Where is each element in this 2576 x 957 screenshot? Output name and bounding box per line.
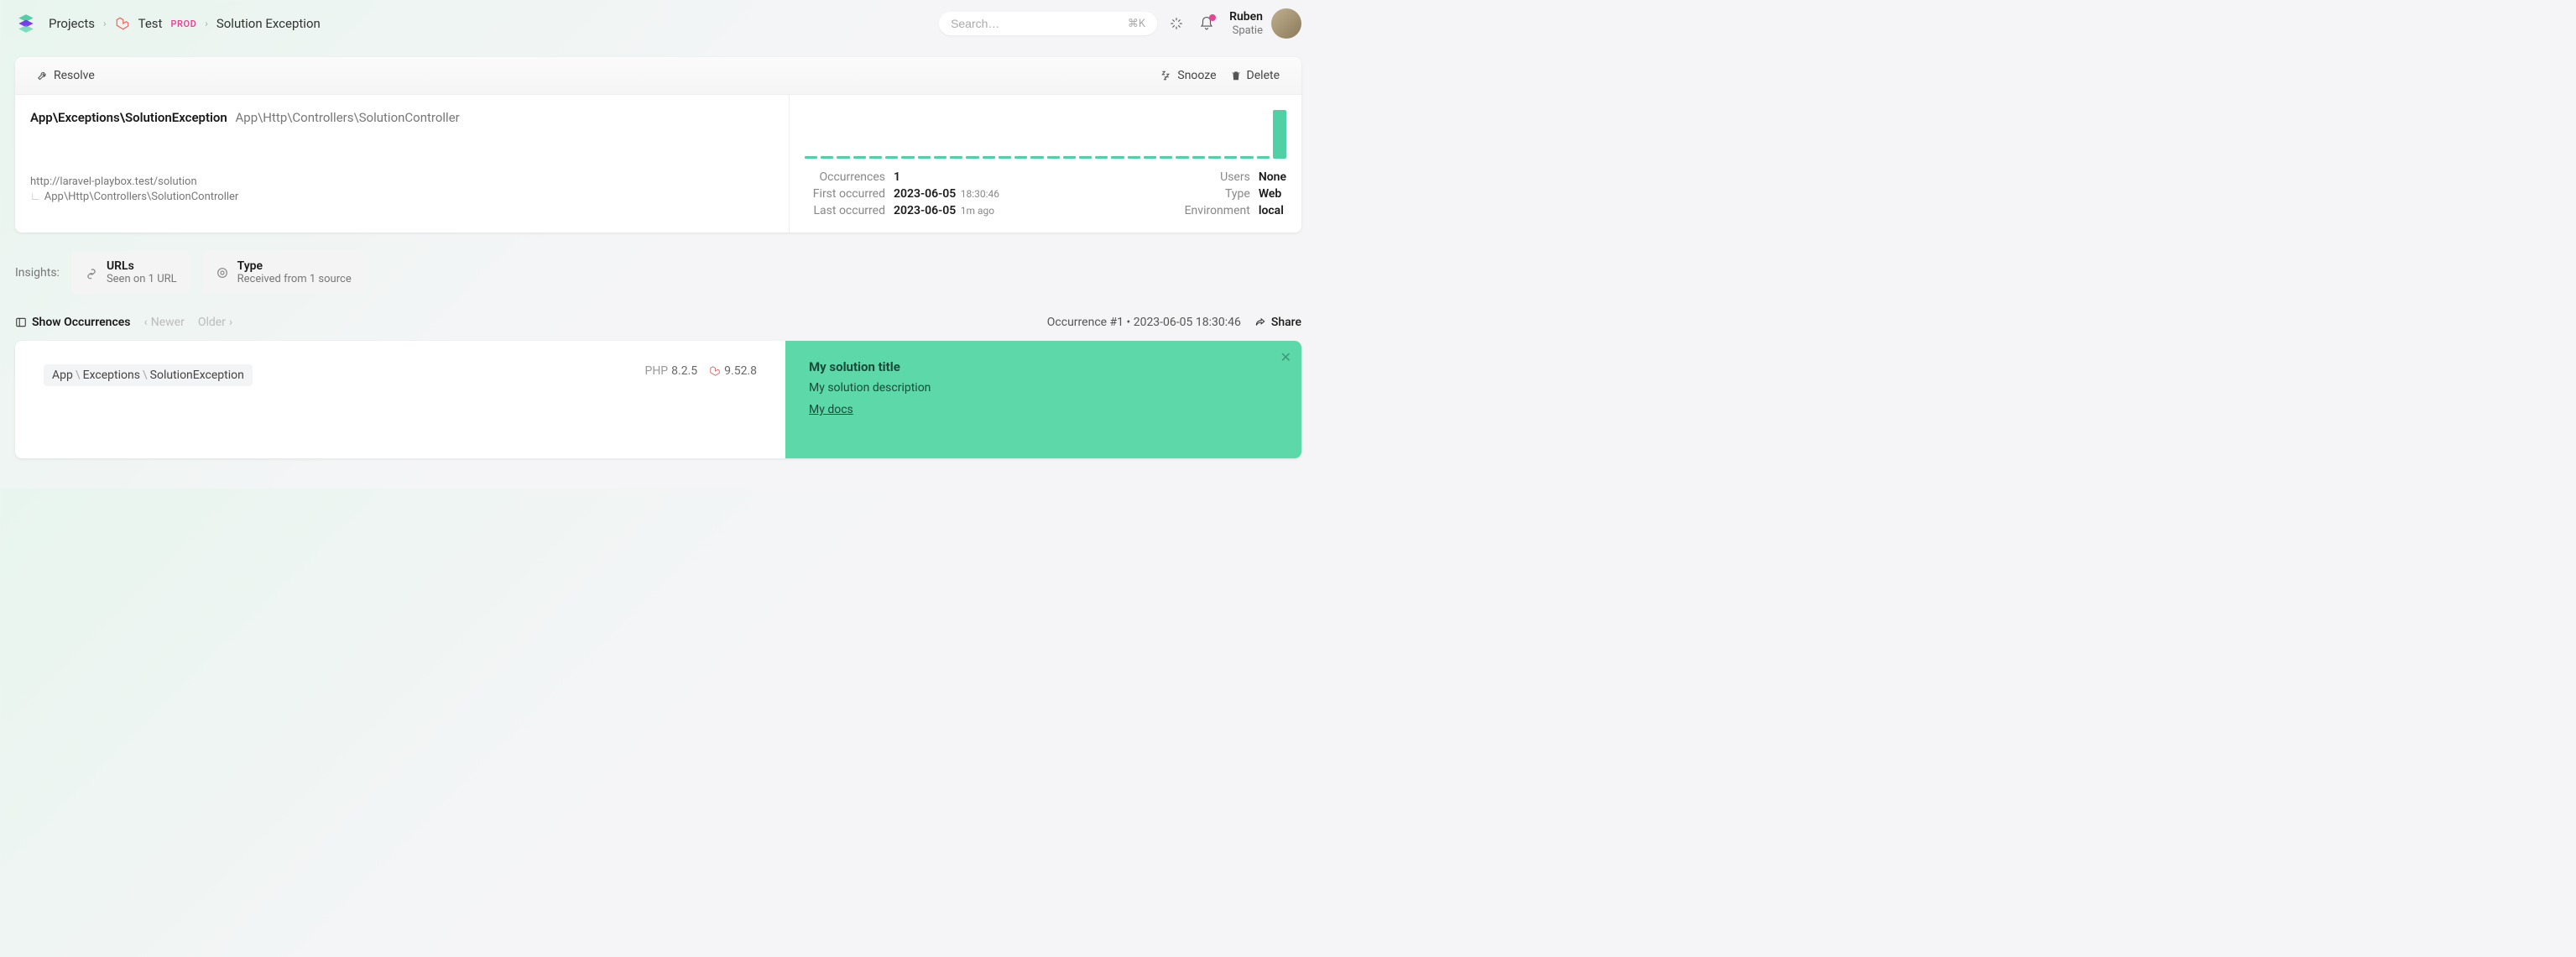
occurrence-sparkline bbox=[805, 110, 1286, 159]
exception-controller: App\Http\Controllers\SolutionController bbox=[236, 110, 460, 125]
header-right: Ruben Spatie bbox=[1169, 8, 1301, 39]
laravel-icon bbox=[709, 365, 721, 377]
resolve-button[interactable]: Resolve bbox=[30, 65, 102, 86]
delete-label: Delete bbox=[1247, 69, 1280, 82]
occurrence-bar: Show Occurrences ‹ Newer Older › Occurre… bbox=[0, 306, 1317, 336]
insight-type-title: Type bbox=[237, 259, 352, 273]
stat-first-value: 2023-06-05 18:30:46 bbox=[894, 187, 999, 201]
exception-url: http://laravel-playbox.test/solution bbox=[30, 175, 774, 188]
snooze-icon bbox=[1160, 70, 1172, 81]
snooze-label: Snooze bbox=[1177, 69, 1216, 82]
user-menu[interactable]: Ruben Spatie bbox=[1229, 8, 1301, 39]
exception-class: App\Exceptions\SolutionException bbox=[30, 110, 227, 125]
chevron-right-icon: › bbox=[205, 18, 208, 29]
stat-first-label: First occurred bbox=[805, 187, 885, 201]
snooze-button[interactable]: Snooze bbox=[1154, 65, 1223, 86]
chevron-left-icon: ‹ bbox=[144, 316, 148, 329]
sparkle-icon[interactable] bbox=[1169, 16, 1184, 31]
app-header: Projects › Test PROD › Solution Exceptio… bbox=[0, 0, 1317, 47]
insights-row: Insights: URLs Seen on 1 URL Type Receiv… bbox=[0, 243, 1317, 306]
exception-controller-line: ∟App\Http\Controllers\SolutionController bbox=[30, 190, 774, 203]
solution-description: My solution description bbox=[809, 381, 1278, 395]
delete-button[interactable]: Delete bbox=[1223, 65, 1286, 86]
flare-logo[interactable] bbox=[15, 13, 37, 34]
stat-occurrences-label: Occurrences bbox=[805, 170, 885, 184]
insight-urls[interactable]: URLs Seen on 1 URL bbox=[71, 251, 190, 294]
card-toolbar: Resolve Snooze Delete bbox=[15, 57, 1301, 95]
target-icon bbox=[216, 266, 229, 280]
breadcrumb-current: Solution Exception bbox=[216, 16, 321, 31]
stat-type-value: Web bbox=[1259, 187, 1282, 201]
solution-link[interactable]: My docs bbox=[809, 403, 1278, 416]
resolve-label: Resolve bbox=[54, 69, 95, 82]
breadcrumb-projects[interactable]: Projects bbox=[49, 16, 95, 31]
php-version: 8.2.5 bbox=[671, 364, 697, 378]
insight-type-sub: Received from 1 source bbox=[237, 273, 352, 285]
stat-env-label: Environment bbox=[1170, 204, 1250, 217]
chevron-right-icon: › bbox=[103, 18, 107, 29]
breadcrumb: Projects › Test PROD › Solution Exceptio… bbox=[49, 16, 939, 31]
solution-title: My solution title bbox=[809, 359, 1278, 374]
user-org: Spatie bbox=[1229, 24, 1263, 38]
php-label: PHP bbox=[644, 364, 668, 378]
insight-type[interactable]: Type Received from 1 source bbox=[202, 251, 365, 294]
occurrence-meta: Occurrence #1 • 2023-06-05 18:30:46 bbox=[1047, 316, 1241, 329]
breadcrumb-app[interactable]: Test bbox=[138, 16, 163, 31]
sidebar-icon bbox=[15, 316, 27, 328]
stat-last-value: 2023-06-05 1m ago bbox=[894, 204, 994, 217]
trash-icon bbox=[1230, 70, 1242, 81]
wrench-icon bbox=[37, 70, 49, 81]
chevron-right-icon: › bbox=[229, 316, 232, 329]
newer-button[interactable]: ‹ Newer bbox=[144, 316, 185, 329]
laravel-icon bbox=[115, 16, 130, 31]
laravel-version: 9.52.8 bbox=[724, 364, 757, 378]
exception-stats: Occurrences 1 First occurred 2023-06-05 18… bbox=[790, 95, 1301, 233]
avatar[interactable] bbox=[1271, 8, 1301, 39]
stat-type-label: Type bbox=[1170, 187, 1250, 201]
show-occurrences-button[interactable]: Show Occurrences bbox=[15, 316, 131, 329]
notification-dot bbox=[1209, 14, 1216, 21]
exception-card: Resolve Snooze Delete App\Exceptions\Sol… bbox=[15, 57, 1301, 233]
user-name: Ruben bbox=[1229, 10, 1263, 24]
share-button[interactable]: Share bbox=[1254, 316, 1301, 329]
search-input[interactable] bbox=[951, 17, 1128, 30]
search-box[interactable]: ⌘K bbox=[939, 12, 1157, 35]
insight-urls-sub: Seen on 1 URL bbox=[107, 273, 177, 285]
insight-urls-title: URLs bbox=[107, 259, 177, 273]
exception-badge: App\Exceptions\SolutionException bbox=[44, 364, 253, 386]
show-occurrences-label: Show Occurrences bbox=[32, 316, 131, 329]
older-button[interactable]: Older › bbox=[198, 316, 232, 329]
stat-last-label: Last occurred bbox=[805, 204, 885, 217]
search-shortcut: ⌘K bbox=[1128, 18, 1145, 30]
stat-users-value: None bbox=[1259, 170, 1286, 184]
solution-panel: ✕ My solution title My solution descript… bbox=[785, 341, 1301, 458]
insights-label: Insights: bbox=[15, 266, 60, 280]
share-label: Share bbox=[1271, 316, 1301, 329]
occurrence-card: App\Exceptions\SolutionException PHP8.2.… bbox=[15, 341, 1301, 458]
stat-users-label: Users bbox=[1170, 170, 1250, 184]
bell-icon[interactable] bbox=[1199, 16, 1214, 31]
link-icon bbox=[85, 266, 98, 280]
runtime-info: PHP8.2.5 9.52.8 bbox=[644, 364, 757, 378]
env-badge: PROD bbox=[170, 18, 196, 29]
share-icon bbox=[1254, 316, 1266, 328]
stat-occurrences-value: 1 bbox=[894, 170, 900, 184]
stat-env-value: local bbox=[1259, 204, 1284, 217]
exception-summary: App\Exceptions\SolutionException App\Htt… bbox=[15, 95, 790, 233]
close-icon[interactable]: ✕ bbox=[1280, 349, 1291, 365]
